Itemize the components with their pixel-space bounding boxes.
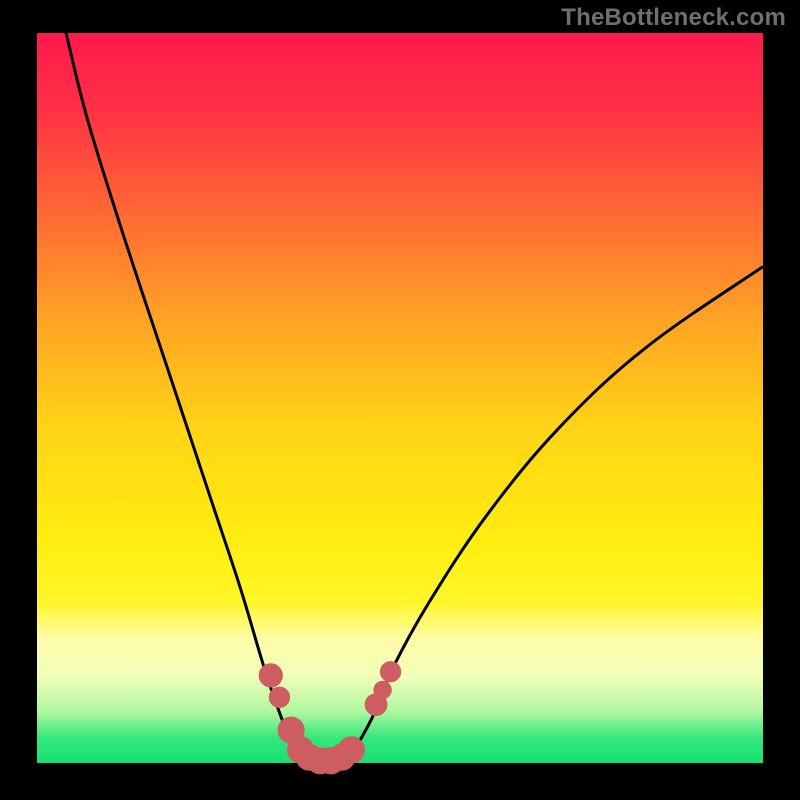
curve-marker <box>269 687 289 707</box>
chart-frame: TheBottleneck.com <box>0 0 800 800</box>
curve-marker <box>338 737 364 763</box>
curve-marker <box>374 681 391 698</box>
curve-marker <box>259 664 282 687</box>
bottleneck-chart <box>0 0 800 800</box>
watermark-label: TheBottleneck.com <box>561 4 786 32</box>
curve-marker <box>380 662 400 682</box>
